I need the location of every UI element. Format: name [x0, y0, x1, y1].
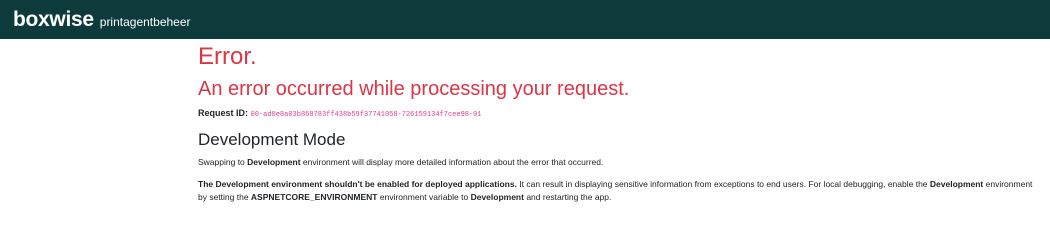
navbar: boxwise printagentbeheer	[0, 0, 1050, 39]
p2-text-f: environment variable to	[377, 191, 471, 202]
development-info-paragraph: Swapping to Development environment will…	[198, 156, 1043, 169]
main-content: Error. An error occurred while processin…	[198, 39, 1043, 204]
p2-strong-env-var: ASPNETCORE_ENVIRONMENT	[250, 191, 378, 202]
p1-text-a: Swapping to	[198, 156, 248, 167]
request-id-line: Request ID: 00-ad0e8a03b868783ff438b59f3…	[198, 108, 1043, 119]
development-mode-heading: Development Mode	[198, 129, 346, 149]
p1-text-c: environment will display more detailed i…	[300, 156, 604, 167]
error-message: An error occurred while processing your …	[198, 77, 630, 100]
request-id-value: 00-ad0e8a03b868783ff438b59f37741058-7261…	[250, 110, 482, 119]
brand-logo[interactable]: boxwise	[13, 9, 94, 30]
p2-text-h: and restarting the app.	[523, 191, 612, 202]
p1-strong-development: Development	[247, 156, 301, 167]
p2-text-b: It can result in displaying sensitive in…	[516, 178, 930, 189]
p2-strong-development-1: Development	[929, 178, 984, 189]
development-warning-paragraph: The Development environment shouldn't be…	[198, 178, 1043, 204]
request-id-label: Request ID:	[198, 107, 249, 118]
p2-warning-strong: The Development environment shouldn't be…	[198, 178, 517, 189]
error-title: Error.	[198, 43, 257, 70]
p2-strong-development-2: Development	[470, 191, 524, 202]
app-subtitle: printagentbeheer	[99, 14, 191, 29]
